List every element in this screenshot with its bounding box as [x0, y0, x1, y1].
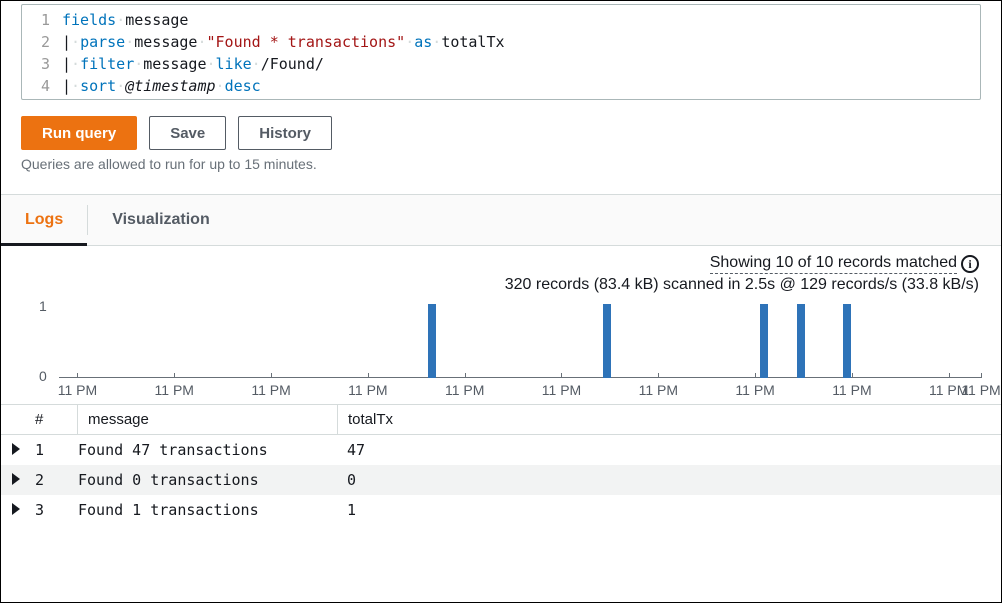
code-line[interactable]: |·sort·@timestamp·desc [62, 75, 980, 97]
cell-totaltx: 47 [337, 441, 1001, 459]
table-row[interactable]: 1Found 47 transactions47 [1, 435, 1001, 465]
histogram-bar [760, 304, 768, 378]
line-number: 1 [22, 9, 62, 31]
cell-message: Found 1 transactions [77, 501, 337, 519]
histogram-bar [603, 304, 611, 378]
expand-row-icon[interactable] [1, 501, 31, 519]
histogram-bars [59, 300, 981, 378]
cell-totaltx: 1 [337, 501, 1001, 519]
chart-zone: Showing 10 of 10 records matched i 320 r… [1, 246, 1001, 400]
info-icon[interactable]: i [961, 255, 979, 273]
y-tick-1: 1 [39, 298, 47, 314]
code-line[interactable]: fields·message [62, 9, 980, 31]
x-tick-label: 11 PM [961, 382, 1000, 398]
x-tick-label: 11 PM [832, 382, 871, 398]
y-tick-0: 0 [39, 368, 47, 384]
history-button[interactable]: History [238, 116, 332, 150]
cell-index: 2 [31, 471, 77, 489]
histogram-plot: 1 0 11 PM11 PM11 PM11 PM11 PM11 PM11 PM1… [21, 300, 981, 400]
action-bar: Run query Save History [21, 116, 981, 150]
cell-index: 1 [31, 441, 77, 459]
x-tick-label: 11 PM [251, 382, 290, 398]
x-tick-label: 11 PM [155, 382, 194, 398]
run-query-button[interactable]: Run query [21, 116, 137, 150]
col-index: # [31, 411, 77, 428]
col-message[interactable]: message [77, 405, 337, 434]
save-button[interactable]: Save [149, 116, 226, 150]
records-matched-line: Showing 10 of 10 records matched i [21, 254, 979, 274]
scan-stats-line: 320 records (83.4 kB) scanned in 2.5s @ … [21, 276, 979, 294]
x-tick-label: 11 PM [735, 382, 774, 398]
cell-message: Found 47 transactions [77, 441, 337, 459]
expand-row-icon[interactable] [1, 471, 31, 489]
col-totaltx[interactable]: totalTx [337, 405, 1001, 434]
tab-logs[interactable]: Logs [1, 195, 87, 245]
line-number: 2 [22, 31, 62, 53]
query-timeout-hint: Queries are allowed to run for up to 15 … [21, 156, 981, 172]
code-line[interactable]: |·filter·message·like·/Found/ [62, 53, 980, 75]
line-number: 3 [22, 53, 62, 75]
results-tabbar: Logs Visualization [1, 194, 1001, 246]
x-tick-label: 11 PM [445, 382, 484, 398]
x-tick-label: 11 PM [639, 382, 678, 398]
histogram-bar [843, 304, 851, 378]
histogram-bar [797, 304, 805, 378]
cell-totaltx: 0 [337, 471, 1001, 489]
tab-visualization[interactable]: Visualization [88, 195, 234, 245]
line-number: 4 [22, 75, 62, 97]
table-row[interactable]: 3Found 1 transactions1 [1, 495, 1001, 525]
x-tick-label: 11 PM [348, 382, 387, 398]
histogram-bar [428, 304, 436, 378]
x-ticks: 11 PM 11 PM 11 PM 11 PM 11 PM 11 PM 11 PM 11 PM… [59, 380, 981, 400]
cell-index: 3 [31, 501, 77, 519]
records-matched-text: Showing 10 of 10 records matched [710, 254, 957, 274]
expand-row-icon[interactable] [1, 441, 31, 459]
query-editor[interactable]: 1fields·message2|·parse·message·"Found *… [21, 4, 981, 100]
results-header: # message totalTx [1, 405, 1001, 435]
x-tick-label: 11 PM [58, 382, 97, 398]
line-number: 5 [22, 97, 62, 100]
x-tick-label: 11 PM [542, 382, 581, 398]
cell-message: Found 0 transactions [77, 471, 337, 489]
results-table: # message totalTx 1Found 47 transactions… [1, 404, 1001, 525]
table-row[interactable]: 2Found 0 transactions0 [1, 465, 1001, 495]
code-line[interactable]: |·parse·message·"Found * transactions"·a… [62, 31, 980, 53]
